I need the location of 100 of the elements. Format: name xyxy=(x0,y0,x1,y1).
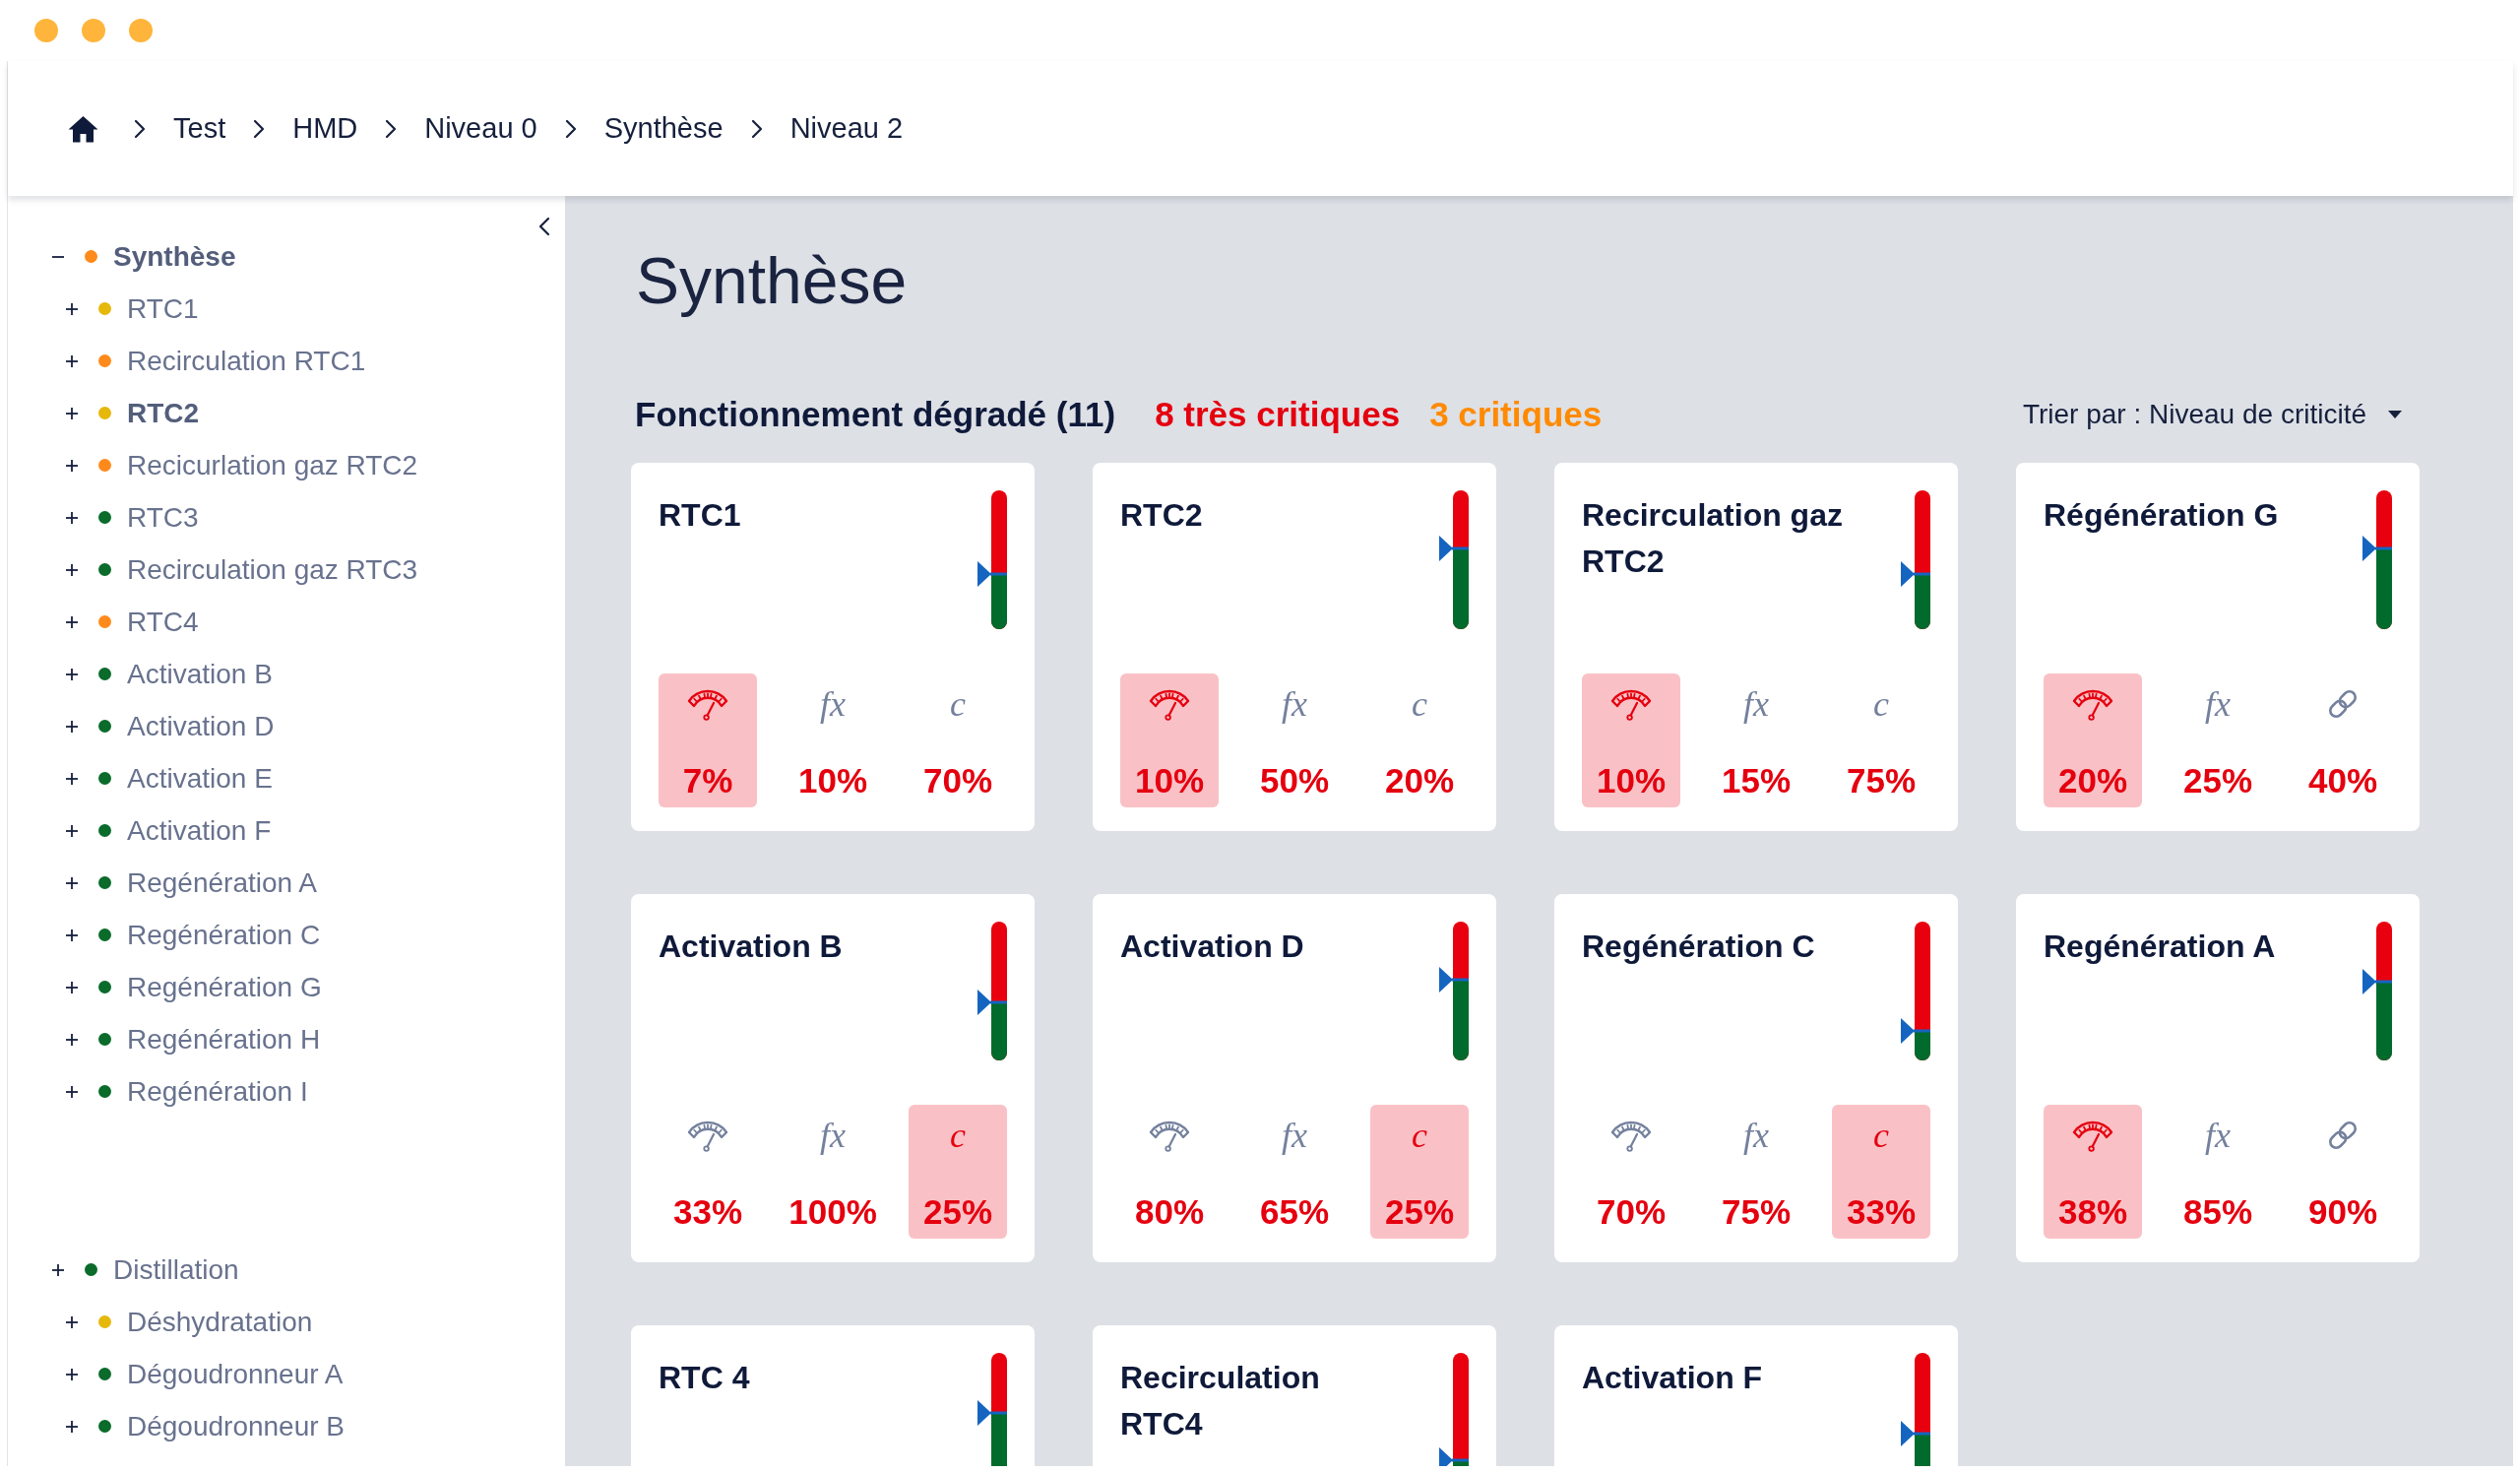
expand-icon[interactable] xyxy=(66,720,78,733)
symbol-icon: fx xyxy=(820,683,846,725)
chevron-right-icon xyxy=(253,118,266,139)
chevron-right-icon xyxy=(385,118,398,139)
level-marker-icon xyxy=(1439,967,1469,993)
card-title: RTC2 xyxy=(1120,497,1203,533)
tree-item[interactable]: Activation D xyxy=(127,710,275,742)
card-title: Régénération G xyxy=(2044,497,2279,533)
expand-icon[interactable] xyxy=(66,929,78,941)
level-marker-icon xyxy=(1901,1018,1930,1045)
tree-item[interactable]: RTC4 xyxy=(127,606,199,638)
tree-item[interactable]: RTC1 xyxy=(127,292,199,325)
metric-value: 70% xyxy=(922,761,993,801)
symbol-icon: c xyxy=(950,1115,966,1156)
tree-item[interactable]: Activation F xyxy=(127,814,272,847)
symbol-icon: c xyxy=(1873,683,1889,725)
metric-value: 33% xyxy=(1846,1192,1917,1232)
sort-dropdown[interactable]: Trier par : Niveau de criticité xyxy=(2022,395,2420,434)
symbol-icon: c xyxy=(1412,1115,1427,1156)
breadcrumb-link[interactable]: Test xyxy=(173,112,226,145)
expand-icon[interactable] xyxy=(66,824,78,837)
symbol-icon: c xyxy=(950,683,966,725)
card-title: RTC 4 xyxy=(659,1360,750,1395)
breadcrumb-link[interactable]: Niveau 0 xyxy=(424,112,537,145)
level-marker-icon xyxy=(977,989,1007,1015)
expand-icon[interactable] xyxy=(52,1263,64,1276)
expand-icon[interactable] xyxy=(66,876,78,889)
level-marker-icon xyxy=(1901,1420,1930,1446)
expand-icon[interactable] xyxy=(66,1085,78,1098)
metric-value: 75% xyxy=(1846,761,1917,801)
tree-item[interactable]: Dégoudronneur B xyxy=(127,1410,346,1442)
section-heading: Fonctionnement dégradé (11) xyxy=(635,395,1116,434)
expand-icon[interactable] xyxy=(66,772,78,785)
expand-icon[interactable] xyxy=(66,981,78,993)
symbol-icon: fx xyxy=(2205,683,2231,725)
card-title: Recirculation RTC4 xyxy=(1120,1360,1320,1441)
expand-icon[interactable] xyxy=(66,563,78,576)
symbol-icon: c xyxy=(1873,1115,1889,1156)
expand-icon[interactable] xyxy=(66,407,78,419)
expand-icon[interactable] xyxy=(66,1368,78,1380)
metric-value: 50% xyxy=(1259,761,1330,801)
metric-value: 25% xyxy=(922,1192,993,1232)
breadcrumb-link[interactable]: Synthèse xyxy=(603,112,724,145)
metric-value: 15% xyxy=(1721,761,1792,801)
level-marker-icon xyxy=(1439,1446,1469,1466)
card-title: RTC1 xyxy=(659,497,741,533)
card-title: Activation D xyxy=(1120,929,1304,964)
symbol-icon: fx xyxy=(1282,683,1307,725)
tree-item[interactable]: Activation B xyxy=(127,658,273,690)
breadcrumb-link[interactable]: HMD xyxy=(292,112,358,145)
tree-item[interactable]: Dégoudronneur A xyxy=(127,1358,344,1390)
chevron-left-icon[interactable] xyxy=(538,217,550,236)
tree-item[interactable]: Synthèse xyxy=(113,240,236,273)
metric-value: 25% xyxy=(2182,761,2253,801)
level-marker-icon xyxy=(2362,968,2392,994)
expand-icon[interactable] xyxy=(66,459,78,472)
tree-item[interactable]: RTC3 xyxy=(127,501,199,534)
metric-value: 75% xyxy=(1721,1192,1792,1232)
tree-item[interactable]: Regénération H xyxy=(127,1023,321,1056)
tree-item[interactable]: Recirculation RTC1 xyxy=(127,345,366,377)
tree-item[interactable]: RTC2 xyxy=(127,397,200,429)
expand-icon[interactable] xyxy=(66,302,78,315)
level-marker-icon xyxy=(2362,536,2392,562)
symbol-icon: fx xyxy=(820,1115,846,1156)
metric-value: 10% xyxy=(797,761,868,801)
metric-value: 40% xyxy=(2307,761,2378,801)
metric-value: 70% xyxy=(1596,1192,1667,1232)
card-title: Activation B xyxy=(659,929,843,964)
tree-item[interactable]: Regénération I xyxy=(127,1075,308,1108)
card-title: Regénération A xyxy=(2044,929,2276,964)
expand-icon[interactable] xyxy=(66,1315,78,1328)
card-title: Regénération C xyxy=(1582,929,1815,964)
level-marker-icon xyxy=(1901,560,1930,587)
expand-icon[interactable] xyxy=(66,354,78,367)
home-icon[interactable] xyxy=(68,114,98,143)
card-title: Recirculation gaz RTC2 xyxy=(1582,497,1843,579)
tree-item[interactable]: Recirculation gaz RTC3 xyxy=(127,553,418,586)
expand-icon[interactable] xyxy=(66,511,78,524)
tree-item[interactable]: Regénération C xyxy=(127,919,321,951)
symbol-icon: fx xyxy=(1743,683,1769,725)
tree-item[interactable]: Recicurlation gaz RTC2 xyxy=(127,449,418,481)
tree-item[interactable]: Regénération G xyxy=(127,971,322,1003)
expand-icon[interactable] xyxy=(66,1420,78,1433)
tree-item[interactable]: Déshydratation xyxy=(127,1306,313,1338)
metric-value: 90% xyxy=(2307,1192,2378,1232)
expand-icon[interactable] xyxy=(66,668,78,680)
metric-value: 10% xyxy=(1596,761,1667,801)
caret-down-icon xyxy=(2388,411,2402,418)
level-marker-icon xyxy=(1439,536,1469,562)
expand-icon[interactable] xyxy=(66,1033,78,1046)
metric-value: 10% xyxy=(1134,761,1205,801)
metric-value: 20% xyxy=(2057,761,2128,801)
tree-item[interactable]: Distillation xyxy=(113,1253,239,1286)
metric-value: 25% xyxy=(1384,1192,1455,1232)
metric-value: 38% xyxy=(2057,1192,2128,1232)
chevron-right-icon xyxy=(750,118,763,139)
tree-item[interactable]: Activation E xyxy=(127,762,273,795)
expand-icon[interactable] xyxy=(66,615,78,628)
level-marker-icon xyxy=(977,560,1007,587)
tree-item[interactable]: Regénération A xyxy=(127,866,318,899)
